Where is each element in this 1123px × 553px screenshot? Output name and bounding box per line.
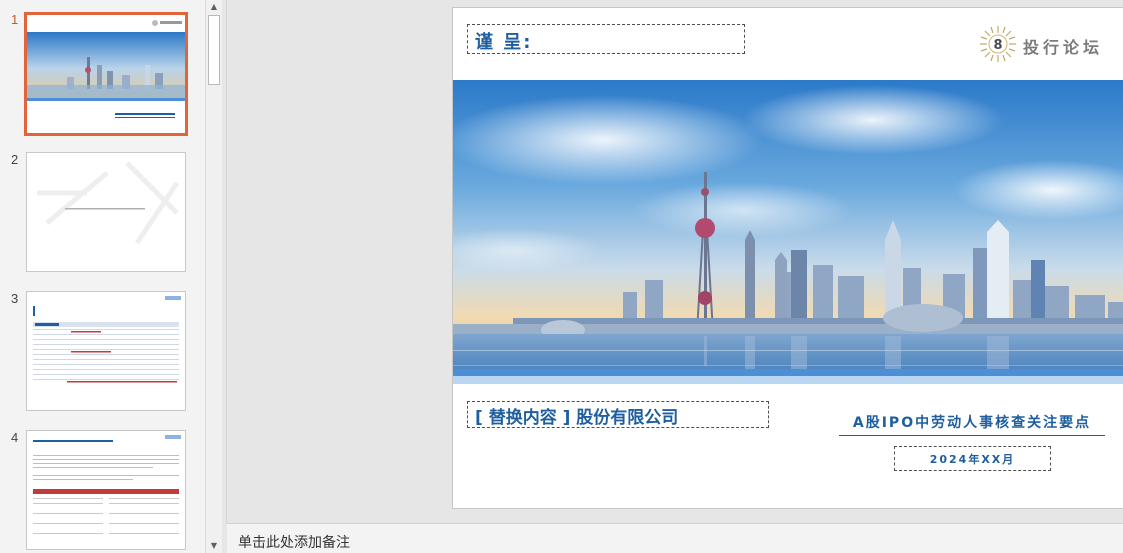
- presentation-editor: 1 2 3 4 ▲ ▼ 谨 呈: 8 投行论坛 [替换内容] 股份有限公司 …: [0, 0, 1123, 553]
- slide-number: 1: [11, 12, 19, 27]
- slide-number: 2: [11, 152, 19, 167]
- slide-thumbnail-frame[interactable]: [26, 152, 186, 272]
- slide-number: 4: [11, 430, 19, 445]
- company-name-textbox[interactable]: [ 替换内容 ] 股份有限公司: [467, 401, 769, 428]
- slide-thumbnail-frame[interactable]: [26, 291, 186, 411]
- notes-pane[interactable]: 单击此处添加备注: [227, 523, 1123, 553]
- company-name: [ 替换内容 ] 股份有限公司: [475, 408, 679, 428]
- sun-logo-icon: 8: [980, 26, 1016, 62]
- accent-stripe: [453, 369, 1123, 376]
- reverent-label: 谨 呈:: [475, 32, 533, 53]
- presentation-title[interactable]: A股IPO中劳动人事核查关注要点: [839, 412, 1105, 432]
- scroll-up-arrow-icon[interactable]: ▲: [206, 0, 222, 14]
- date-textbox[interactable]: 2024年XX月: [894, 446, 1051, 471]
- slide-1-preview: [27, 15, 185, 133]
- date-text: 2024年XX月: [929, 453, 1016, 466]
- slide-4-preview: [27, 431, 185, 549]
- current-slide[interactable]: 谨 呈: 8 投行论坛 [替换内容] 股份有限公司 A股IPO中劳动人事核查…: [452, 7, 1123, 509]
- logo: 8 投行论坛: [978, 24, 1118, 64]
- scrollbar-thumb[interactable]: [208, 15, 220, 85]
- title-underline: [839, 435, 1105, 436]
- slide-editing-area[interactable]: 谨 呈: 8 投行论坛 [替换内容] 股份有限公司 A股IPO中劳动人事核查…: [227, 0, 1123, 523]
- thumbnail-scrollbar[interactable]: ▲ ▼: [205, 0, 222, 553]
- slide-thumbnail-frame[interactable]: [26, 430, 186, 550]
- reverent-textbox[interactable]: 谨 呈:: [467, 24, 745, 54]
- slide-number: 3: [11, 291, 19, 306]
- logo-text: 投行论坛: [1023, 38, 1104, 57]
- slide-3-preview: [27, 292, 185, 410]
- slide-2-preview: [27, 153, 185, 271]
- slide-thumbnail-frame[interactable]: [24, 12, 188, 136]
- accent-stripe-light: [453, 376, 1123, 384]
- slide-thumbnail-pane[interactable]: 1 2 3 4: [0, 0, 205, 553]
- notes-placeholder[interactable]: 单击此处添加备注: [238, 532, 350, 552]
- city-skyline-image[interactable]: [453, 80, 1123, 384]
- svg-text:8: 8: [993, 38, 1002, 53]
- scroll-down-arrow-icon[interactable]: ▼: [206, 539, 222, 553]
